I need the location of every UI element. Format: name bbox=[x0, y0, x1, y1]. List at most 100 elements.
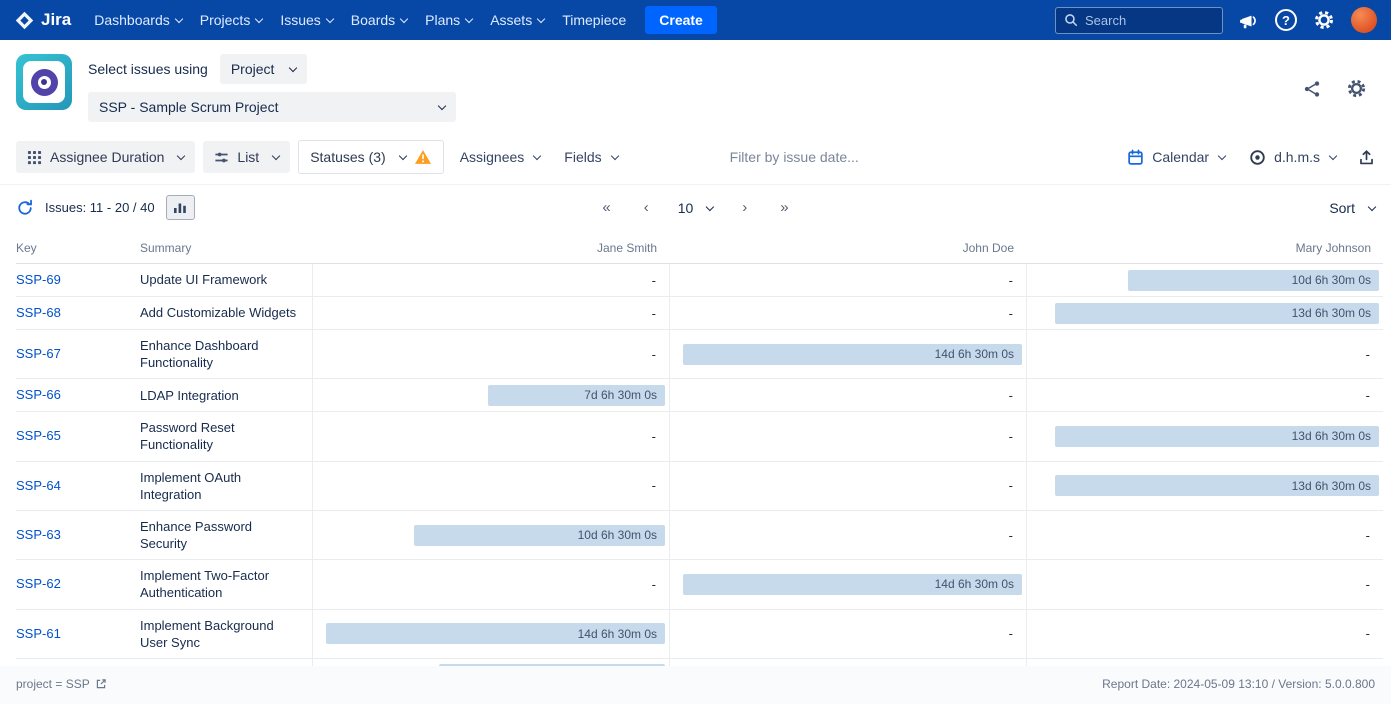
table-row: SSP-68 Add Customizable Widgets - - 13d … bbox=[16, 297, 1383, 330]
top-nav: Jira Dashboards Projects Issues Boards P… bbox=[0, 0, 1391, 40]
search-input[interactable] bbox=[1085, 13, 1214, 28]
issue-summary: User Authentication bbox=[140, 659, 312, 666]
app-settings-button[interactable] bbox=[1346, 78, 1367, 99]
nav-item-dashboards[interactable]: Dashboards bbox=[85, 4, 191, 36]
empty-duration: - bbox=[1366, 577, 1370, 592]
duration-cell: - bbox=[669, 264, 1026, 296]
table-row: SSP-60 User Authentication 9d 6h 30m 0s … bbox=[16, 659, 1383, 666]
issue-key-link[interactable]: SSP-65 bbox=[16, 428, 61, 443]
duration-bar: 10d 6h 30m 0s bbox=[414, 525, 665, 546]
duration-bar: 13d 6h 30m 0s bbox=[1055, 475, 1379, 496]
issue-key-link[interactable]: SSP-67 bbox=[16, 346, 61, 361]
external-link-icon[interactable] bbox=[95, 678, 107, 690]
nav-item-label: Timepiece bbox=[562, 12, 626, 28]
table-row: SSP-69 Update UI Framework - - 10d 6h 30… bbox=[16, 264, 1383, 297]
create-button[interactable]: Create bbox=[645, 6, 717, 34]
search-box[interactable] bbox=[1055, 7, 1223, 34]
header-actions bbox=[1302, 54, 1367, 99]
jql-query-label: project = SSP bbox=[16, 677, 90, 691]
nav-item-assets[interactable]: Assets bbox=[481, 4, 553, 36]
duration-cell: - bbox=[669, 379, 1026, 411]
table-row: SSP-63 Enhance Password Security 10d 6h … bbox=[16, 511, 1383, 560]
fields-dropdown[interactable]: Fields bbox=[556, 141, 625, 173]
sort-dropdown[interactable]: Sort bbox=[1329, 200, 1375, 216]
first-page-button[interactable]: « bbox=[598, 198, 614, 217]
table-row: SSP-62 Implement Two-Factor Authenticati… bbox=[16, 560, 1383, 609]
issue-key-link[interactable]: SSP-63 bbox=[16, 527, 61, 542]
issue-source-value: Project bbox=[231, 61, 275, 77]
nav-item-timepiece[interactable]: Timepiece bbox=[553, 4, 635, 36]
calendar-dropdown[interactable]: Calendar bbox=[1119, 141, 1233, 174]
help-button[interactable]: ? bbox=[1275, 9, 1297, 31]
project-value: SSP - Sample Scrum Project bbox=[99, 99, 278, 115]
last-page-button[interactable]: » bbox=[776, 198, 792, 217]
chevron-down-icon bbox=[175, 15, 183, 23]
gear-icon bbox=[1346, 78, 1367, 99]
issue-summary: Implement Two-Factor Authentication bbox=[140, 560, 312, 608]
duration-cell: - bbox=[669, 511, 1026, 559]
layout-dropdown[interactable]: List bbox=[203, 141, 290, 173]
issue-date-filter-input[interactable] bbox=[730, 149, 920, 165]
chevron-down-icon bbox=[537, 15, 545, 23]
column-header-summary: Summary bbox=[140, 241, 312, 255]
nav-item-issues[interactable]: Issues bbox=[271, 4, 341, 36]
duration-cell: - bbox=[312, 264, 669, 296]
issue-key-link[interactable]: SSP-64 bbox=[16, 478, 61, 493]
issue-summary: Enhance Dashboard Functionality bbox=[140, 330, 312, 378]
announcements-button[interactable] bbox=[1239, 11, 1259, 30]
share-button[interactable] bbox=[1302, 79, 1322, 99]
chevron-down-icon bbox=[533, 152, 541, 160]
duration-bar: 7d 6h 30m 0s bbox=[488, 385, 665, 406]
issue-source-dropdown[interactable]: Project bbox=[220, 54, 308, 84]
duration-cell: 13d 6h 30m 0s bbox=[1026, 297, 1383, 329]
empty-duration: - bbox=[1009, 429, 1013, 444]
issue-key-link[interactable]: SSP-69 bbox=[16, 272, 61, 287]
issue-summary: Update UI Framework bbox=[140, 264, 312, 295]
issue-key-link[interactable]: SSP-66 bbox=[16, 387, 61, 402]
refresh-button[interactable] bbox=[16, 199, 34, 217]
nav-item-boards[interactable]: Boards bbox=[342, 4, 416, 36]
issue-key-link[interactable]: SSP-68 bbox=[16, 305, 61, 320]
chevron-down-icon bbox=[438, 102, 446, 110]
duration-bar: 10d 6h 30m 0s bbox=[1128, 270, 1379, 291]
user-avatar[interactable] bbox=[1351, 7, 1377, 33]
chevron-down-icon bbox=[255, 15, 263, 23]
search-icon bbox=[1064, 13, 1078, 27]
duration-mode-dropdown[interactable]: Assignee Duration bbox=[16, 141, 195, 173]
share-icon bbox=[1302, 79, 1322, 99]
duration-bar: 14d 6h 30m 0s bbox=[326, 623, 665, 644]
nav-item-projects[interactable]: Projects bbox=[191, 4, 272, 36]
column-header-assignee-1: Jane Smith bbox=[312, 241, 669, 255]
next-page-button[interactable]: › bbox=[738, 198, 751, 217]
empty-duration: - bbox=[1366, 388, 1370, 403]
duration-cell: 14d 6h 30m 0s bbox=[669, 560, 1026, 608]
statuses-dropdown[interactable]: Statuses (3) bbox=[298, 140, 443, 174]
issue-key-link[interactable]: SSP-61 bbox=[16, 626, 61, 641]
table-row: SSP-65 Password Reset Functionality - - … bbox=[16, 412, 1383, 461]
project-dropdown[interactable]: SSP - Sample Scrum Project bbox=[88, 92, 456, 122]
duration-cell: - bbox=[669, 659, 1026, 666]
page-size-dropdown[interactable]: 10 bbox=[678, 200, 714, 216]
export-button[interactable] bbox=[1358, 149, 1375, 166]
settings-button[interactable] bbox=[1313, 9, 1335, 31]
duration-cell: - bbox=[669, 412, 1026, 460]
select-issues-label: Select issues using bbox=[88, 61, 208, 77]
issue-key-link[interactable]: SSP-62 bbox=[16, 576, 61, 591]
duration-bar: 13d 6h 30m 0s bbox=[1055, 303, 1379, 324]
column-header-key: Key bbox=[16, 241, 140, 255]
toolbar: Assignee Duration List Statuses (3) Assi… bbox=[0, 134, 1391, 185]
chart-view-toggle[interactable] bbox=[166, 195, 195, 220]
issue-summary: Implement OAuth Integration bbox=[140, 462, 312, 510]
calendar-icon bbox=[1127, 149, 1144, 166]
empty-duration: - bbox=[1009, 478, 1013, 493]
duration-cell: 10d 6h 30m 0s bbox=[312, 511, 669, 559]
assignees-dropdown[interactable]: Assignees bbox=[452, 141, 549, 173]
chevron-down-icon bbox=[465, 15, 473, 23]
jira-logo[interactable]: Jira bbox=[14, 10, 71, 31]
table-row: SSP-67 Enhance Dashboard Functionality -… bbox=[16, 330, 1383, 379]
duration-bar: 14d 6h 30m 0s bbox=[683, 344, 1022, 365]
column-header-assignee-2: John Doe bbox=[669, 241, 1026, 255]
time-format-dropdown[interactable]: d.h.m.s bbox=[1241, 141, 1344, 174]
prev-page-button[interactable]: ‹ bbox=[640, 198, 653, 217]
nav-item-plans[interactable]: Plans bbox=[416, 4, 481, 36]
